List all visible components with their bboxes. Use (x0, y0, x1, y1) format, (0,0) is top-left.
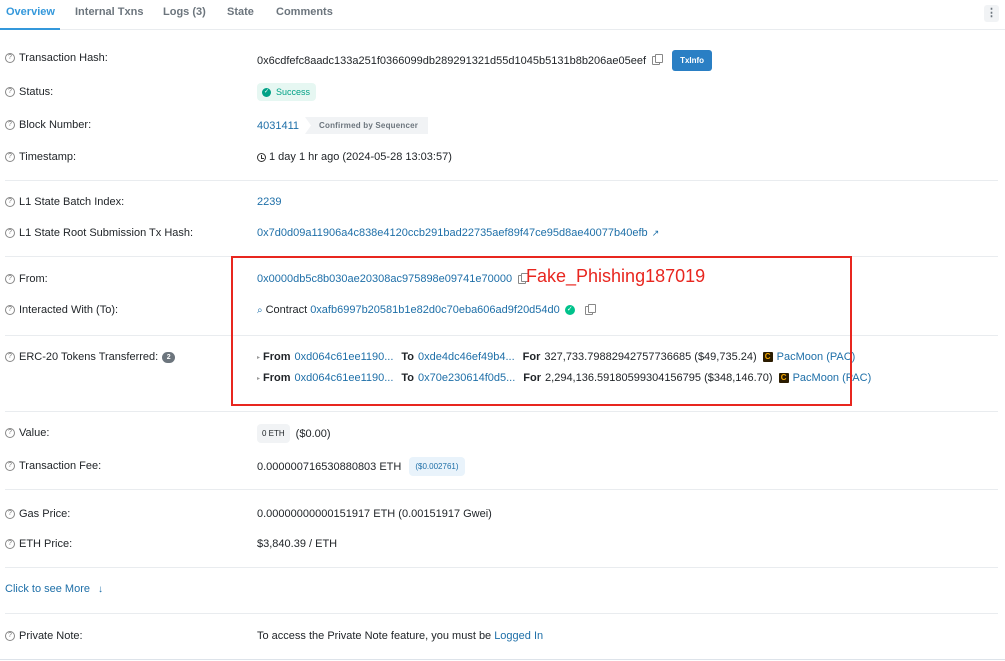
label-interacted-with: Interacted With (To): (19, 304, 119, 316)
active-tab-indicator (0, 28, 60, 30)
label-from: From: (19, 273, 48, 285)
help-icon[interactable]: ? (5, 539, 15, 549)
block-number-link[interactable]: 4031411 (257, 120, 299, 132)
divider (5, 567, 998, 568)
help-icon[interactable]: ? (5, 228, 15, 238)
gas-price-value: 0.00000000000151917 ETH (0.00151917 Gwei… (257, 508, 492, 520)
label-transaction-fee: Transaction Fee: (19, 460, 102, 472)
value-usd: ($0.00) (295, 427, 331, 440)
clock-icon (257, 152, 266, 162)
see-more-label: Click to see More (5, 583, 90, 595)
tab-bar: Overview Internal Txns Logs (3) State Co… (0, 0, 1005, 30)
help-icon[interactable]: ? (5, 120, 15, 130)
external-link-icon[interactable]: ↗ (652, 228, 660, 239)
help-icon[interactable]: ? (5, 305, 15, 315)
label-transaction-hash: Transaction Hash: (19, 52, 108, 64)
divider (5, 613, 998, 614)
help-icon[interactable]: ? (5, 509, 15, 519)
transaction-hash-value: 0x6cdfefc8aadc133a251f0366099db289291321… (257, 54, 647, 67)
transfer-count-badge: 2 (162, 351, 176, 363)
tab-overview[interactable]: Overview (6, 6, 55, 18)
tab-internal-txns[interactable]: Internal Txns (75, 6, 143, 18)
help-icon[interactable]: ? (5, 461, 15, 471)
label-root-submission-tx: L1 State Root Submission Tx Hash: (19, 227, 194, 239)
help-icon[interactable]: ? (5, 87, 15, 97)
help-icon[interactable]: ? (5, 197, 15, 207)
label-block-number: Block Number: (19, 119, 92, 131)
label-eth-price: ETH Price: (19, 538, 73, 550)
label-gas-price: Gas Price: (19, 508, 71, 520)
help-icon[interactable]: ? (5, 631, 15, 641)
help-icon[interactable]: ? (5, 152, 15, 162)
divider (5, 180, 998, 181)
root-submission-tx-link[interactable]: 0x7d0d09a11906a4c838e4120ccb291bad22735a… (257, 227, 648, 239)
help-icon[interactable]: ? (5, 428, 15, 438)
label-value: Value: (19, 427, 50, 439)
fee-usd-badge: ($0.002761) (409, 457, 465, 476)
label-status: Status: (19, 86, 54, 98)
confirmed-badge: Confirmed by Sequencer (305, 117, 429, 134)
status-badge: ✓ Success (257, 83, 317, 101)
arrow-down-icon: ↓ (97, 583, 103, 595)
help-icon[interactable]: ? (5, 352, 15, 362)
label-timestamp: Timestamp: (19, 151, 77, 163)
timestamp-value: 1 day 1 hr ago (2024-05-28 13:03:57) (269, 151, 452, 163)
tab-comments[interactable]: Comments (276, 6, 333, 18)
check-circle-icon: ✓ (262, 87, 271, 97)
copy-icon[interactable] (652, 54, 664, 65)
status-text: Success (276, 87, 311, 97)
divider (5, 489, 998, 490)
batch-index-link[interactable]: 2239 (257, 196, 281, 208)
label-private-note: Private Note: (19, 630, 83, 642)
private-note-text: To access the Private Note feature, you … (257, 630, 492, 642)
more-vertical-icon[interactable]: ⋮ (984, 5, 999, 22)
transaction-fee-value: 0.000000716530880803 ETH (257, 460, 402, 473)
label-erc20-transfers: ERC-20 Tokens Transferred: (19, 351, 159, 363)
help-icon[interactable]: ? (5, 274, 15, 284)
phishing-annotation-label: Fake_Phishing187019 (526, 266, 706, 286)
eth-value-badge: 0 ETH (257, 424, 290, 443)
login-link[interactable]: Logged In (494, 630, 543, 642)
txinfo-button[interactable]: TxInfo (672, 50, 713, 71)
help-icon[interactable]: ? (5, 53, 15, 63)
divider (0, 659, 1005, 660)
tab-state[interactable]: State (227, 6, 254, 18)
eth-price-value: $3,840.39 / ETH (257, 538, 338, 550)
label-batch-index: L1 State Batch Index: (19, 196, 125, 208)
tab-logs[interactable]: Logs (3) (163, 6, 206, 18)
see-more-link[interactable]: Click to see More ↓ (5, 583, 103, 595)
divider (5, 411, 998, 412)
